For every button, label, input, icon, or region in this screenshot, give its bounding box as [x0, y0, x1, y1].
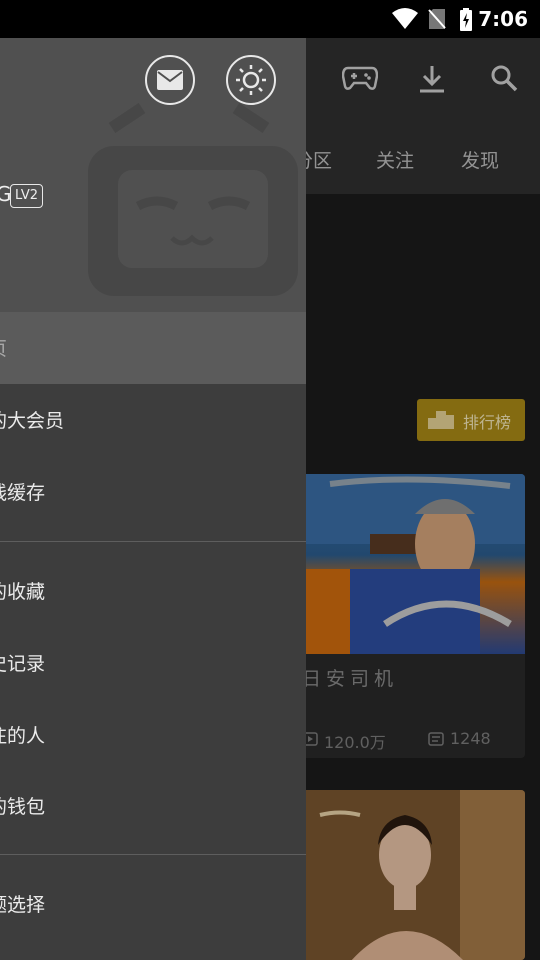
divider — [0, 541, 306, 542]
menu-item-following[interactable]: 注的人 — [0, 699, 306, 771]
divider — [0, 854, 306, 855]
menu-item-history[interactable]: 史记录 — [0, 627, 306, 699]
tv-mascot-logo — [88, 103, 298, 296]
menu-item-label: 页 — [0, 334, 7, 361]
menu-item-label: 的大会员 — [0, 410, 65, 432]
menu-item-offline-cache[interactable]: 线缓存 — [0, 456, 306, 528]
battery-charging-icon — [460, 8, 472, 31]
menu-item-favorites[interactable]: 的收藏 — [0, 555, 306, 627]
menu-item-label: 线缓存 — [0, 482, 46, 504]
menu-item-label: 史记录 — [0, 653, 46, 675]
no-sim-icon — [428, 9, 446, 29]
menu-item-home[interactable]: 页 — [0, 312, 306, 384]
menu-item-theme[interactable]: 题选择 — [0, 868, 306, 940]
menu-item-label: 注的人 — [0, 725, 46, 747]
navigation-drawer: G LV2 页 的大会员 线缓存 的收藏 史记录 注的人 的钱包 — [0, 38, 306, 960]
level-badge: LV2 — [10, 184, 43, 208]
wifi-icon — [392, 8, 418, 29]
mail-icon — [157, 70, 183, 90]
night-mode-icon — [236, 65, 266, 95]
clock: 7:06 — [478, 7, 528, 31]
status-bar: 7:06 — [0, 0, 540, 38]
menu-item-vip[interactable]: 的大会员 — [0, 384, 306, 456]
menu-item-label: 的收藏 — [0, 581, 46, 603]
menu-item-label: 的钱包 — [0, 796, 46, 818]
menu-item-wallet[interactable]: 的钱包 — [0, 770, 306, 842]
night-mode-button[interactable] — [226, 55, 276, 105]
mail-button[interactable] — [145, 55, 195, 105]
menu-item-label: 题选择 — [0, 894, 46, 916]
